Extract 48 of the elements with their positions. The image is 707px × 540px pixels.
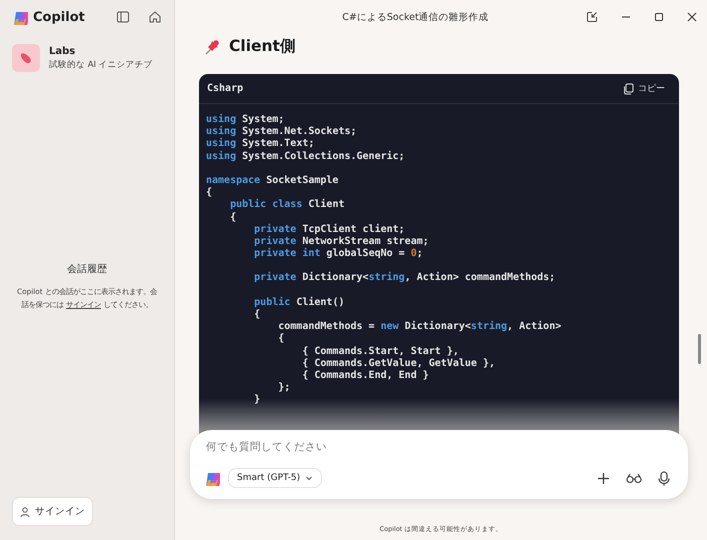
- code-line: commandMethods = new Dictionary<string, Action>: [277, 321, 562, 333]
- microphone-icon[interactable]: [658, 470, 670, 486]
- pushpin-icon: [203, 38, 221, 56]
- code-line: using System.Net.Sockets;: [206, 126, 357, 138]
- copy-button[interactable]: コピー: [620, 80, 667, 97]
- copy-icon: [622, 82, 634, 94]
- copilot-logo-icon: [204, 470, 220, 486]
- labs-title[interactable]: Labs: [49, 46, 153, 56]
- code-line: private int globalSeqNo = 0;: [253, 248, 423, 260]
- signin-button[interactable]: サインイン: [13, 498, 92, 525]
- code-line: {: [277, 333, 284, 346]
- code-line: using System.Text;: [206, 138, 314, 150]
- code-line: { Commands.End, End }: [301, 370, 429, 382]
- window-title: C#によるSocket通信の雛形作成: [341, 10, 490, 24]
- code-line: public class Client: [229, 199, 344, 212]
- labs-icon[interactable]: [12, 44, 40, 72]
- code-line: {: [229, 212, 236, 224]
- code-line: private TcpClient client;: [253, 224, 405, 236]
- scrollbar-thumb[interactable]: [698, 334, 701, 364]
- code-line: private Dictionary<string, Action> commandMethods;: [253, 272, 556, 285]
- sidebar-toggle-icon[interactable]: [116, 10, 130, 24]
- code-line: private NetworkStream stream;: [253, 236, 429, 248]
- plus-icon[interactable]: [597, 472, 610, 484]
- code-language: Csharp: [207, 83, 244, 94]
- code-line: }: [253, 394, 260, 406]
- section-heading: Client側: [229, 36, 296, 57]
- maximize-icon[interactable]: [654, 12, 664, 22]
- close-icon[interactable]: [687, 12, 697, 22]
- code-line: { Commands.GetValue, GetValue },: [301, 358, 495, 370]
- code-line: {: [206, 187, 212, 200]
- code-line: using System;: [206, 114, 284, 126]
- code-line: namespace SocketSample: [206, 174, 338, 187]
- chevron-down-icon: [305, 474, 314, 482]
- history-title: 会話履歴: [66, 262, 108, 276]
- model-selector[interactable]: Smart (GPT-5): [228, 468, 322, 488]
- copilot-logo-icon: [12, 9, 28, 25]
- home-icon[interactable]: [148, 10, 162, 24]
- app-name: Copilot: [33, 10, 86, 24]
- code-line: };: [277, 382, 290, 394]
- message-input[interactable]: 何でも質問してください: [204, 438, 674, 456]
- glasses-icon[interactable]: [626, 472, 642, 484]
- code-line: {: [253, 309, 260, 322]
- labs-subtitle: 試験的な AI イニシアチブ: [49, 58, 153, 70]
- code-line: using System.Collections.Generic;: [206, 150, 405, 163]
- code-line: { Commands.Start, Start },: [301, 346, 459, 358]
- person-icon: [20, 506, 30, 516]
- pop-out-icon[interactable]: [586, 11, 598, 23]
- code-line: public Client(): [253, 296, 344, 309]
